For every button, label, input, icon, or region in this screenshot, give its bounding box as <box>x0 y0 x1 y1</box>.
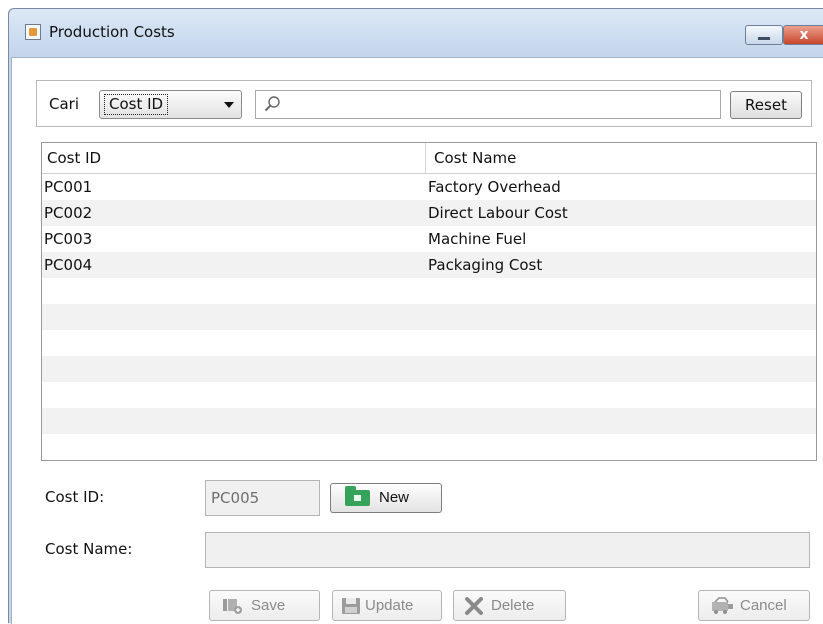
search-field-select[interactable]: Cost ID <box>99 90 242 119</box>
new-button-label: New <box>379 489 410 506</box>
table-row[interactable]: PC002 Direct Labour Cost <box>42 200 816 226</box>
search-input[interactable] <box>255 90 721 119</box>
search-field-selected: Cost ID <box>104 94 169 115</box>
app-icon <box>25 24 41 40</box>
window-content: Cari Cost ID Reset Cost ID Cost Name PC0… <box>11 57 823 624</box>
empty-row <box>42 356 816 382</box>
search-icon <box>264 96 280 112</box>
cell-cost-name: Packaging Cost <box>428 256 543 274</box>
title-bar[interactable]: Production Costs x <box>9 9 823 57</box>
save-button-label: Save <box>251 597 286 614</box>
cancel-icon <box>712 597 733 614</box>
production-costs-window: Production Costs x Cari Cost ID Reset Co… <box>8 8 823 624</box>
cost-id-label: Cost ID: <box>45 488 105 506</box>
minimize-button[interactable] <box>745 25 783 45</box>
cost-id-field: PC005 <box>205 480 320 516</box>
table-body: PC001 Factory Overhead PC002 Direct Labo… <box>42 174 816 461</box>
close-button[interactable]: x <box>783 25 823 45</box>
search-label: Cari <box>49 95 79 113</box>
column-header-cost-id[interactable]: Cost ID <box>42 143 426 173</box>
empty-row <box>42 278 816 304</box>
costs-table[interactable]: Cost ID Cost Name PC001 Factory Overhead… <box>41 142 817 461</box>
cell-cost-id: PC003 <box>44 230 93 248</box>
cell-cost-id: PC004 <box>44 256 93 274</box>
minimize-icon <box>758 37 770 40</box>
cell-cost-name: Factory Overhead <box>428 178 561 196</box>
table-row[interactable]: PC001 Factory Overhead <box>42 174 816 200</box>
update-icon <box>342 598 360 614</box>
empty-row <box>42 408 816 434</box>
window-title: Production Costs <box>49 23 175 41</box>
table-row[interactable]: PC004 Packaging Cost <box>42 252 816 278</box>
cost-name-field[interactable] <box>205 532 810 568</box>
update-button[interactable]: Update <box>332 590 442 621</box>
table-row[interactable]: PC003 Machine Fuel <box>42 226 816 252</box>
new-button[interactable]: New <box>330 483 442 513</box>
cell-cost-id: PC001 <box>44 178 93 196</box>
search-panel: Cari Cost ID Reset <box>36 80 812 127</box>
save-button[interactable]: Save <box>209 590 320 621</box>
cancel-button[interactable]: Cancel <box>698 590 810 621</box>
table-header: Cost ID Cost Name <box>42 143 816 174</box>
save-icon <box>223 599 242 614</box>
delete-x-icon <box>465 597 483 615</box>
delete-button-label: Delete <box>491 597 535 614</box>
dropdown-arrow-icon <box>224 102 234 108</box>
delete-button[interactable]: Delete <box>453 590 566 621</box>
folder-add-icon <box>345 486 370 506</box>
cell-cost-id: PC002 <box>44 204 93 222</box>
empty-row <box>42 382 816 408</box>
column-header-cost-name[interactable]: Cost Name <box>426 143 816 173</box>
empty-row <box>42 434 816 460</box>
cost-name-label: Cost Name: <box>45 540 133 558</box>
cancel-button-label: Cancel <box>740 597 787 614</box>
cell-cost-name: Machine Fuel <box>428 230 527 248</box>
empty-row <box>42 460 816 461</box>
reset-button[interactable]: Reset <box>730 91 802 119</box>
cell-cost-name: Direct Labour Cost <box>428 204 568 222</box>
update-button-label: Update <box>365 597 414 614</box>
empty-row <box>42 330 816 356</box>
empty-row <box>42 304 816 330</box>
